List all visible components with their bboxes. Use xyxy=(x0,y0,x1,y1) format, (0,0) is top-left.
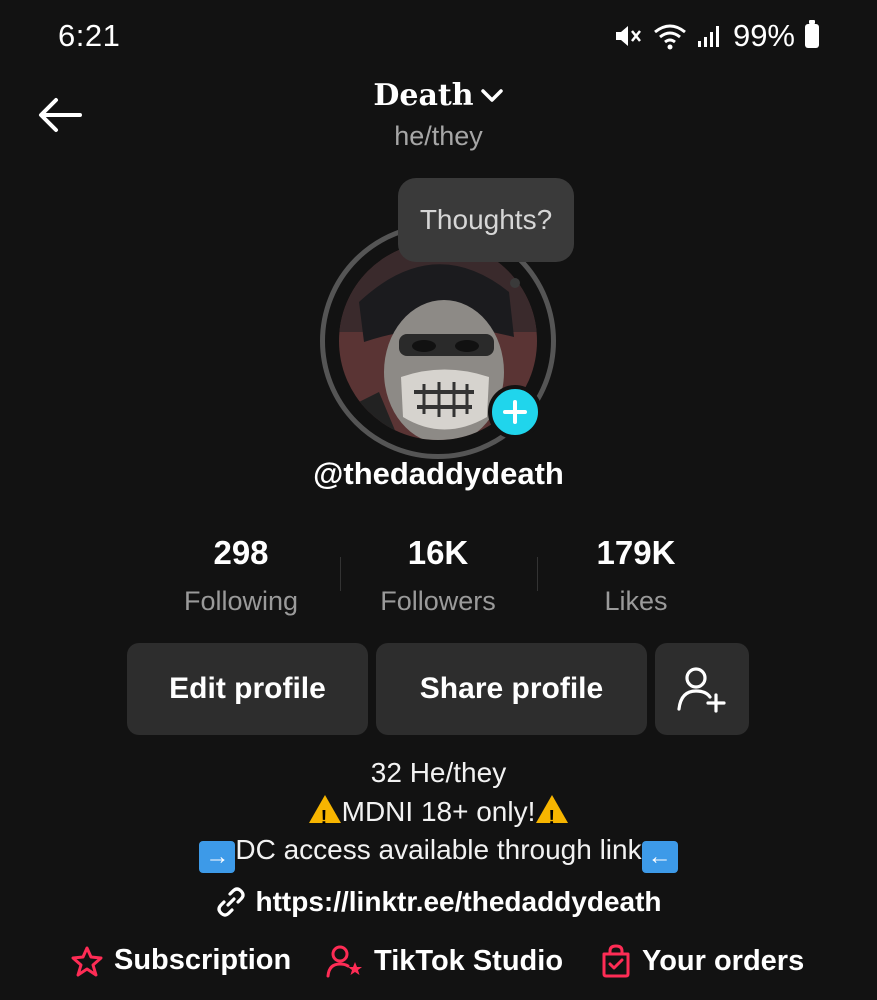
add-user-icon xyxy=(677,667,726,713)
header: Death he/they xyxy=(0,78,877,152)
plus-icon xyxy=(503,400,527,424)
share-profile-button[interactable]: Share profile xyxy=(376,643,647,735)
stat-label: Followers xyxy=(380,586,496,616)
note-bubble-tail xyxy=(510,278,520,288)
account-switcher[interactable]: Death xyxy=(373,78,503,113)
bio-line: 32 He/they xyxy=(370,757,507,788)
note-bubble[interactable]: Thoughts? xyxy=(398,178,574,262)
username: @thedaddydeath xyxy=(313,456,564,491)
display-name: Death xyxy=(373,78,474,113)
mute-icon xyxy=(615,26,641,46)
subscription-label: Subscription xyxy=(114,944,292,976)
add-story-button[interactable] xyxy=(488,385,542,439)
studio-icon xyxy=(326,945,362,978)
chevron-down-icon xyxy=(480,88,503,102)
tiktok-studio-button[interactable]: TikTok Studio xyxy=(326,944,563,978)
link-icon xyxy=(217,887,246,917)
bio-line-text: MDNI 18+ only! xyxy=(341,795,536,827)
tiktok-studio-label: TikTok Studio xyxy=(374,944,564,977)
subscription-button[interactable]: Subscription xyxy=(70,944,291,977)
stat-value: 298 xyxy=(213,534,269,571)
edit-profile-button[interactable]: Edit profile xyxy=(127,643,368,735)
subscription-icon xyxy=(71,946,103,976)
stat-following[interactable]: 298 Following xyxy=(141,534,341,617)
header-pronouns: he/they xyxy=(394,121,483,151)
bio-line: → DC access available through link ← xyxy=(0,831,877,873)
status-icons: 99% xyxy=(613,18,819,54)
battery-icon xyxy=(805,20,819,48)
status-time: 6:21 xyxy=(58,18,121,53)
profile-link-text: https://linktr.ee/thedaddydeath xyxy=(255,886,662,917)
bio: 32 He/they MDNI 18+ only! →DC access ava… xyxy=(0,754,877,873)
signal-icon xyxy=(697,26,719,47)
stat-label: Following xyxy=(183,586,299,616)
right-arrow-emoji-icon: → xyxy=(199,841,236,873)
wifi-icon xyxy=(654,24,686,50)
your-orders-label: Your orders xyxy=(642,944,805,977)
battery-percent: 99% xyxy=(732,18,795,53)
stat-likes[interactable]: 179K Likes xyxy=(536,534,736,617)
warning-emoji-icon xyxy=(308,794,341,837)
bio-line: MDNI 18+ only! xyxy=(0,793,877,837)
orders-icon xyxy=(602,944,630,978)
bio-line-text: DC access available through link xyxy=(235,834,642,865)
stat-followers[interactable]: 16K Followers xyxy=(338,534,538,617)
profile-link[interactable]: https://linktr.ee/thedaddydeath xyxy=(0,886,877,918)
warning-emoji-icon xyxy=(536,794,569,837)
stat-label: Likes xyxy=(604,586,668,616)
stat-value: 16K xyxy=(407,534,469,571)
left-arrow-emoji-icon: ← xyxy=(641,841,678,873)
your-orders-button[interactable]: Your orders xyxy=(600,944,804,978)
add-friends-button[interactable] xyxy=(655,643,749,735)
stat-value: 179K xyxy=(596,534,676,571)
